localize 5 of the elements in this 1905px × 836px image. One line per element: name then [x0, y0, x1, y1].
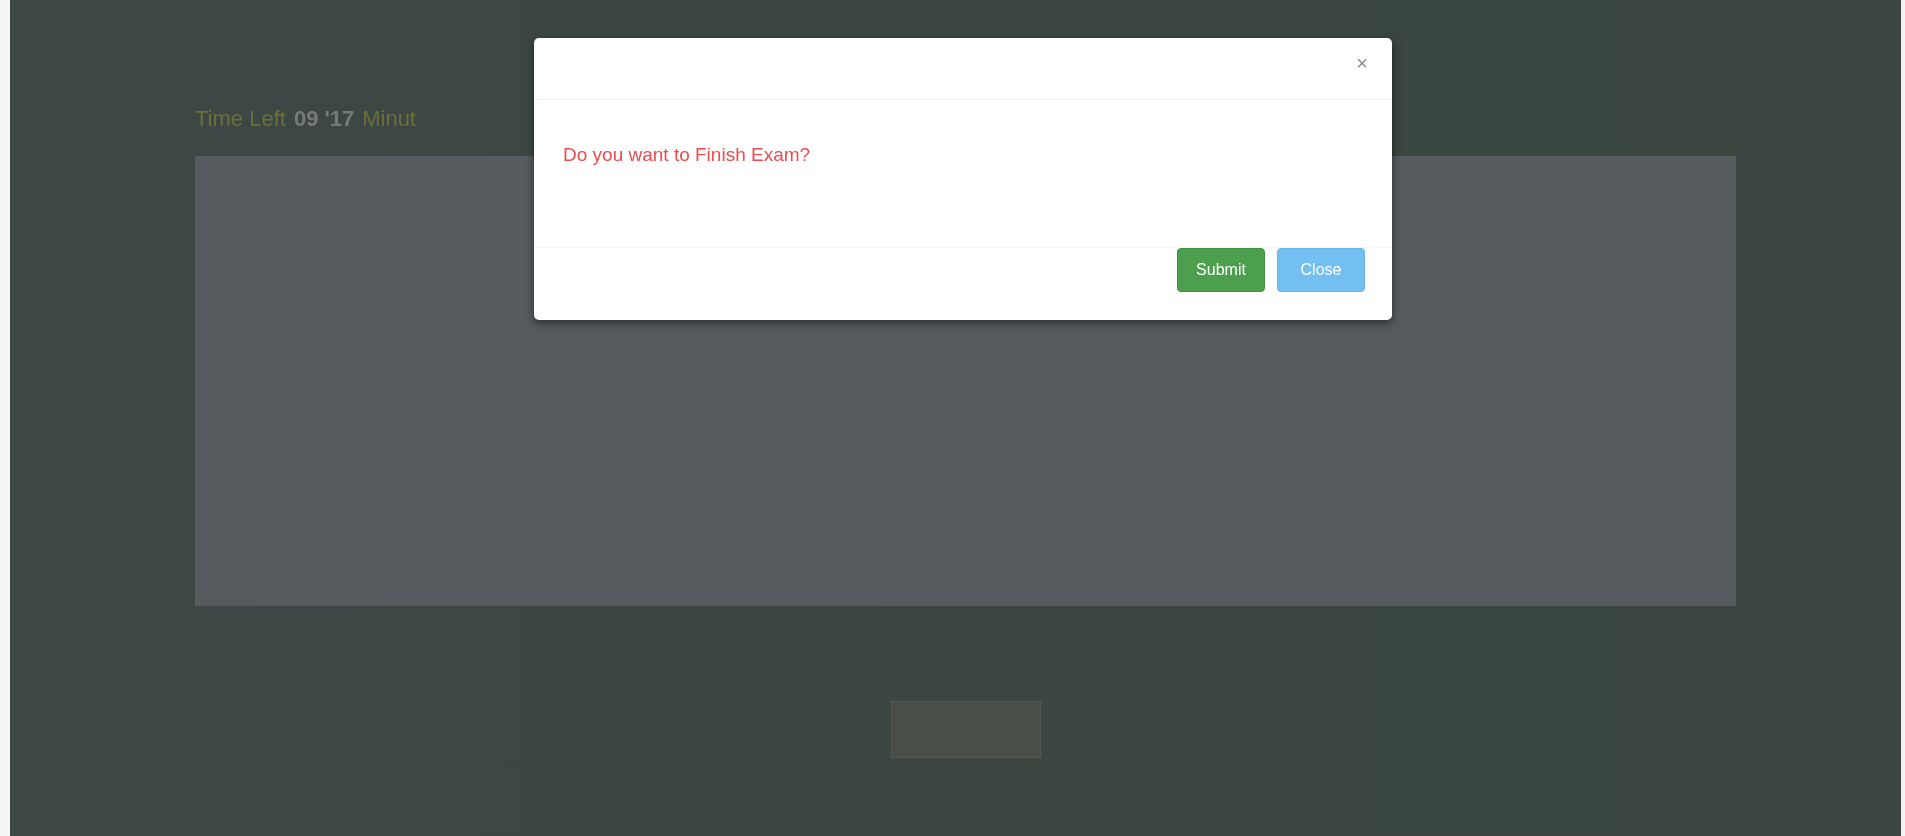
close-button[interactable]: Close: [1277, 248, 1365, 292]
dialog-message: Do you want to Finish Exam?: [563, 144, 812, 166]
submit-button[interactable]: Submit: [1177, 248, 1265, 292]
timer-value: 09 '17: [293, 106, 355, 132]
finish-button[interactable]: [890, 701, 1041, 758]
